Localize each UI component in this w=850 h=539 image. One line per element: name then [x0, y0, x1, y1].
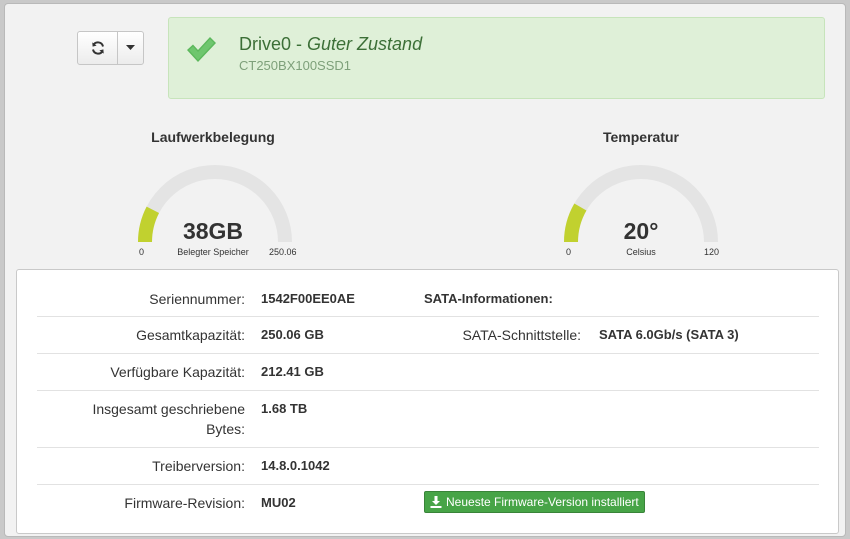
serial-label: Seriennummer:	[149, 291, 245, 307]
written-label-line1: Insgesamt geschriebene	[92, 401, 245, 417]
drive-status-title: Drive0 - Guter Zustand	[239, 34, 422, 55]
info-row-written: Insgesamt geschriebene Bytes: 1.68 TB	[37, 391, 819, 448]
firmware-value: MU02	[261, 495, 296, 510]
sata-interface-label: SATA-Schnittstelle:	[462, 327, 581, 343]
info-row-capacity: Gesamtkapazität: 250.06 GB SATA-Schnitts…	[37, 317, 819, 354]
driver-value: 14.8.0.1042	[261, 458, 330, 473]
temperature-gauge-fill	[564, 203, 587, 243]
usage-gauge-min: 0	[139, 247, 145, 257]
firmware-label: Firmware-Revision:	[124, 495, 245, 511]
driver-label: Treiberversion:	[152, 458, 245, 474]
serial-value: 1542F00EE0AE	[261, 291, 355, 306]
download-icon	[430, 496, 442, 508]
sata-interface-value: SATA 6.0Gb/s (SATA 3)	[599, 327, 739, 342]
usage-gauge-title: Laufwerkbelegung	[151, 129, 275, 145]
refresh-icon	[91, 41, 104, 55]
temperature-gauge-min: 0	[566, 247, 572, 257]
info-row-driver: Treiberversion: 14.8.0.1042	[37, 448, 819, 485]
sata-info-heading: SATA-Informationen:	[424, 291, 553, 306]
temperature-gauge-value: 20°	[623, 218, 659, 244]
available-label: Verfügbare Kapazität:	[110, 364, 245, 380]
refresh-button[interactable]	[78, 32, 118, 64]
usage-gauge-max: 250.06	[269, 247, 297, 257]
info-row-available: Verfügbare Kapazität: 212.41 GB	[37, 354, 819, 391]
firmware-update-button[interactable]: Neueste Firmware-Version installiert	[424, 491, 645, 513]
written-label-line2: Bytes:	[206, 421, 245, 437]
refresh-options-dropdown[interactable]	[118, 32, 143, 64]
temperature-gauge-max: 120	[704, 247, 720, 257]
status-separator: -	[291, 34, 308, 54]
firmware-button-label: Neueste Firmware-Version installiert	[446, 495, 639, 509]
usage-gauge-value: 38GB	[182, 218, 244, 244]
temperature-gauge-unit: Celsius	[626, 247, 656, 257]
refresh-button-group	[77, 31, 144, 65]
caret-down-icon	[126, 45, 135, 50]
drive-model: CT250BX100SSD1	[239, 58, 352, 73]
drive-health-state: Guter Zustand	[307, 34, 423, 54]
info-row-firmware: Firmware-Revision: MU02 Neueste Firmware…	[37, 485, 819, 522]
drive-name: Drive0	[239, 34, 292, 54]
drive-info-table: Seriennummer: 1542F00EE0AE SATA-Informat…	[16, 269, 839, 534]
written-label: Insgesamt geschriebene Bytes:	[37, 399, 245, 439]
usage-gauge-unit: Belegter Speicher	[177, 247, 249, 257]
info-row-serial: Seriennummer: 1542F00EE0AE SATA-Informat…	[37, 280, 819, 317]
checkmark-icon	[187, 37, 216, 62]
usage-gauge-fill	[138, 206, 160, 243]
available-value: 212.41 GB	[261, 364, 324, 379]
written-value: 1.68 TB	[261, 401, 308, 416]
drive-status-box: Drive0 - Guter Zustand CT250BX100SSD1	[168, 17, 825, 99]
temperature-gauge-title: Temperatur	[603, 129, 679, 145]
